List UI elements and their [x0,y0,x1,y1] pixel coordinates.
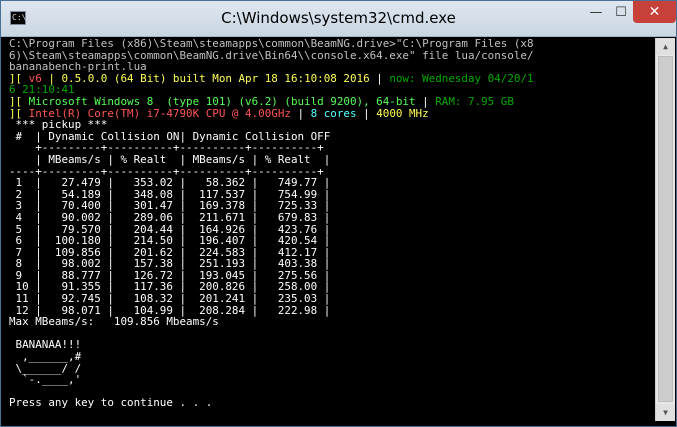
table-row: 6 | 100.180 | 214.50 | 196.407 | 420.54 … [9,234,331,248]
command-line-1: C:\Program Files (x86)\Steam\steamapps\c… [9,38,534,50]
separator: | [356,106,377,120]
version-line: ][ v6 | 0.5.0.0 (64 Bit) built Mon Apr 1… [9,71,655,85]
mhz-text: 4000 MHz [376,106,429,120]
separator: | [369,71,390,85]
table-subheader-row: | MBeams/s | % Realt | MBeams/s | % Real… [9,152,331,166]
vertical-scrollbar[interactable]: ▲ ▼ [655,38,675,421]
banana-ascii-line: ,______,# [9,350,82,364]
vehicle-header: *** pickup *** [9,118,108,132]
banana-ascii-line: \______/ / [9,361,82,375]
table-row: 4 | 90.002 | 289.06 | 211.671 | 679.83 | [9,210,331,224]
banana-title: BANANAA!!! [9,338,82,352]
console-output[interactable]: C:\Program Files (x86)\Steam\steamapps\c… [9,38,655,421]
maximize-button[interactable]: ☐ [609,1,633,23]
now-text: now: Wednesday 04/20/1 [389,71,534,85]
max-mbeams-line: Max MBeams/s: 109.856 Mbeams/s [9,315,219,329]
blank-line [9,328,655,340]
separator: | [290,106,311,120]
console-window: C:\ C:\Windows\system32\cmd.exe — ☐ ✕ C:… [0,0,677,427]
scroll-down-arrow-icon[interactable]: ▼ [656,404,675,421]
table-row: 1 | 27.479 | 353.02 | 58.362 | 749.77 | [9,176,331,190]
minimize-button[interactable]: — [583,1,609,23]
banana-ascii-line: `-.____,' [9,373,82,387]
window-title: C:\Windows\system32\cmd.exe [221,9,456,27]
close-button[interactable]: ✕ [633,1,676,23]
title-bar[interactable]: C:\ C:\Windows\system32\cmd.exe — ☐ ✕ [1,1,676,37]
ram-text: RAM: 7.95 GB [435,94,514,108]
scroll-up-arrow-icon[interactable]: ▲ [656,38,675,55]
scrollbar-thumb[interactable] [658,56,673,402]
version-text: 0.5.0.0 (64 Bit) built Mon Apr 18 16:10:… [61,71,370,85]
press-any-key-prompt: Press any key to continue . . . [9,396,213,410]
table-row: 11 | 92.745 | 108.32 | 201.241 | 235.03 … [9,292,331,306]
cores-text: 8 cores [310,106,357,120]
